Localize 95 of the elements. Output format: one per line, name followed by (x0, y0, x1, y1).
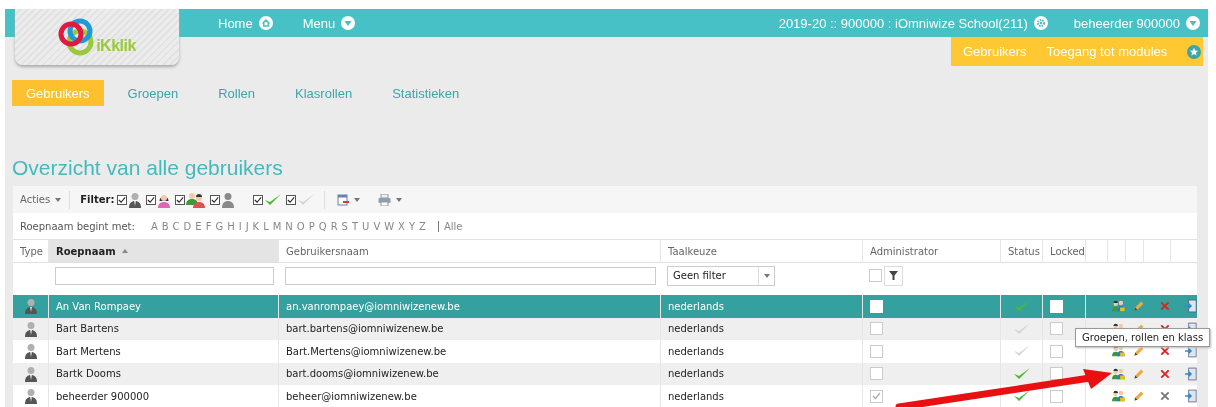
table-cell: bart.bartens@iomniwizenew.be (278, 317, 660, 340)
tab[interactable]: Rollen (202, 80, 272, 106)
person-icon (221, 191, 236, 208)
letter-link[interactable]: L (263, 220, 269, 232)
check-icon (297, 192, 316, 207)
checkbox[interactable] (286, 194, 297, 205)
letter-link[interactable]: K (252, 220, 260, 232)
logo-text: iKklik (96, 37, 136, 55)
letter-link[interactable]: B (161, 220, 169, 232)
filter-icon[interactable] (889, 271, 898, 280)
tab[interactable]: Klasrollen (279, 80, 369, 106)
letter-link[interactable]: Y (408, 220, 416, 232)
language-filter-dropdown[interactable]: Geen filter (667, 265, 775, 286)
letter-link[interactable]: T (351, 220, 359, 232)
table-cell: beheer@iomniwizenew.be (278, 385, 660, 407)
sort-icon (121, 249, 128, 253)
settings-icon[interactable] (1033, 16, 1048, 30)
caret-icon (1186, 16, 1200, 30)
letter-link[interactable]: D (183, 220, 192, 232)
user-menu[interactable]: beheerder 900000 (1073, 15, 1200, 31)
table-cell: bart.dooms@iomniwizenew.be (278, 362, 660, 385)
nav-link[interactable]: Menu (302, 15, 356, 31)
parents-icon (186, 191, 207, 208)
empty-header-cell (1143, 239, 1170, 263)
letter-link[interactable]: G (215, 220, 224, 232)
letter-link[interactable]: M (272, 220, 282, 232)
letter-link[interactable]: O (296, 220, 305, 232)
teacher-icon (23, 320, 38, 337)
column-header[interactable]: Administrator (862, 239, 1000, 263)
letter-link[interactable]: H (227, 220, 235, 232)
table-cell: an.vanrompaey@iomniwizenew.be (278, 295, 660, 318)
door-icon[interactable] (1185, 364, 1197, 383)
check-icon (264, 192, 283, 207)
letter-link[interactable]: J (245, 220, 249, 232)
table-cell: nederlands (660, 362, 862, 385)
letter-link[interactable]: R (330, 220, 338, 232)
teacher-icon (23, 388, 38, 405)
column-header[interactable]: Roepnaam (48, 239, 278, 263)
letter-link[interactable]: X (398, 220, 405, 232)
star-icon[interactable] (1187, 44, 1202, 59)
checkbox[interactable] (175, 194, 186, 205)
letter-link[interactable]: E (195, 220, 202, 232)
teacher-icon (128, 191, 143, 208)
column-header[interactable]: Locked (1042, 239, 1085, 263)
letter-link[interactable]: C (172, 220, 180, 232)
table-cell: Bartk Dooms (48, 362, 278, 385)
home-icon (258, 16, 273, 30)
username-filter-field[interactable] (285, 266, 656, 285)
alphabet-label: Roepnaam begint met: (20, 220, 135, 232)
caret-icon (341, 16, 356, 30)
column-header[interactable]: Gebruikersnaam (278, 239, 660, 263)
tooltip: Groepen, rollen en klass (1075, 328, 1211, 347)
door-icon[interactable] (1185, 297, 1197, 316)
empty-header-cell (1170, 239, 1197, 263)
letter-link[interactable]: Z (419, 220, 426, 232)
table-cell: beheerder 900000 (48, 385, 278, 407)
table-cell: nederlands (660, 385, 862, 407)
teacher-icon (23, 298, 38, 315)
tab[interactable]: Statistieken (376, 80, 476, 106)
teacher-icon (23, 343, 38, 360)
actions-dropdown[interactable]: Acties (20, 194, 62, 205)
school-label: 2019-20 :: 900000 : iOmniwize School(211) (778, 15, 1028, 31)
letter-link[interactable]: V (373, 220, 381, 232)
table-cell: nederlands (660, 295, 862, 318)
nav-link[interactable]: Home (218, 15, 273, 31)
checkbox[interactable] (253, 194, 264, 205)
column-header[interactable]: Status (1000, 239, 1042, 263)
letter-link[interactable]: U (362, 220, 370, 232)
teacher-icon (23, 365, 38, 382)
checkbox[interactable] (210, 194, 221, 205)
table-cell: An Van Rompaey (48, 295, 278, 318)
letter-link[interactable]: I (238, 220, 242, 232)
empty-header-cell (1107, 239, 1125, 263)
column-header[interactable]: Taalkeuze (660, 239, 862, 263)
print-dropdown[interactable] (378, 193, 403, 206)
filter-label: Filter: (80, 194, 115, 205)
letter-link[interactable]: P (308, 220, 315, 232)
letter-link[interactable]: F (205, 220, 212, 232)
door-icon[interactable] (1185, 387, 1197, 406)
checkbox[interactable] (146, 194, 157, 205)
tab[interactable]: Groepen (111, 80, 195, 106)
checkbox[interactable] (117, 194, 128, 205)
letter-link[interactable]: Alle (437, 220, 463, 232)
empty-header-cell (1085, 239, 1107, 263)
export-dropdown[interactable] (337, 193, 361, 206)
letter-link[interactable]: N (285, 220, 293, 232)
letter-link[interactable]: A (150, 220, 158, 232)
page-heading: Overzicht van alle gebruikers (12, 156, 283, 180)
letter-link[interactable]: Q (318, 220, 327, 232)
table-cell: Bart Bartens (48, 317, 278, 340)
name-filter-field[interactable] (55, 266, 274, 285)
table-cell: nederlands (660, 317, 862, 340)
letter-link[interactable]: W (384, 220, 395, 232)
empty-header-cell (1125, 239, 1143, 263)
letter-link[interactable]: S (341, 220, 348, 232)
